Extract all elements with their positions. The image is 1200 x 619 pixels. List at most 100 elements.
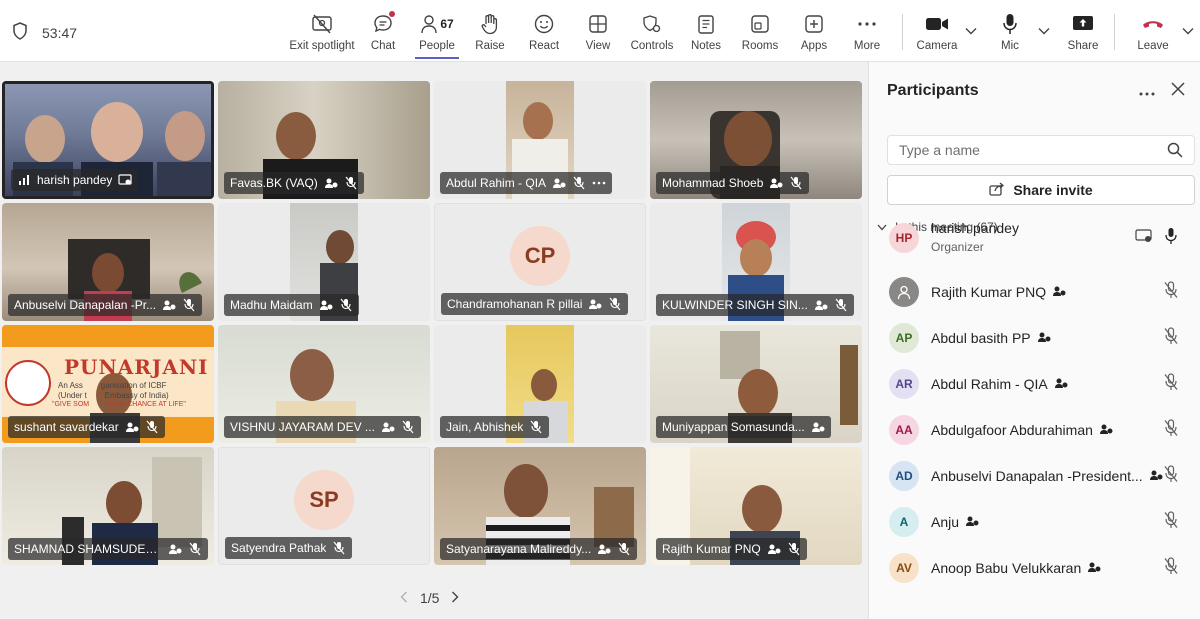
participant-row[interactable]: HP harish pandey Organizer: [869, 216, 1200, 260]
participants-panel: Participants Share invite In this meetin…: [868, 62, 1200, 619]
video-tile[interactable]: SP Satyendra Pathak: [218, 447, 430, 565]
participant-name-label: sushant savardekar: [8, 416, 165, 438]
video-tile[interactable]: PUNARJANI An Ass ganisation of ICBF (Und…: [2, 325, 214, 443]
video-tile[interactable]: Madhu Maidam: [218, 203, 430, 321]
participant-row[interactable]: Rajith Kumar PNQ: [869, 270, 1200, 314]
participant-row[interactable]: AR Abdul Rahim - QIA: [869, 362, 1200, 406]
participant-name-label: Anbuselvi Danapalan -Pr...: [8, 294, 203, 316]
raise-hand-button[interactable]: Raise: [460, 8, 520, 58]
controls-button[interactable]: Controls: [622, 8, 682, 58]
banner-title: PUNARJANI: [64, 355, 209, 379]
avatar: AP: [889, 323, 919, 353]
react-button[interactable]: React: [514, 8, 574, 58]
video-tile[interactable]: Satyanarayana Malireddy...: [434, 447, 646, 565]
participant-name: harish pandey: [931, 220, 1019, 236]
banner-line-2: (Under t Embassy of India): [58, 391, 169, 400]
notes-button[interactable]: Notes: [676, 8, 736, 58]
tile-more-options-icon[interactable]: [592, 176, 606, 190]
participant-name-label: harish pandey: [11, 169, 139, 191]
mic-options-chevron-icon[interactable]: [1038, 22, 1050, 40]
video-tile[interactable]: KULWINDER SINGH SIN...: [650, 203, 862, 321]
muted-mic-icon: [182, 298, 196, 312]
panel-more-options-icon[interactable]: [1139, 80, 1155, 101]
guest-icon: [1054, 376, 1068, 392]
participant-name: Abdul basith PP: [931, 330, 1051, 346]
muted-mic-icon: [572, 176, 586, 190]
participant-name-label: KULWINDER SINGH SIN...: [656, 294, 854, 316]
avatar: AR: [889, 369, 919, 399]
search-icon: [1167, 142, 1183, 163]
microphone-icon[interactable]: [1163, 227, 1179, 250]
more-dots-icon: [857, 12, 877, 36]
mic-button[interactable]: Mic: [980, 8, 1040, 58]
close-icon[interactable]: [1171, 80, 1185, 101]
muted-mic-icon[interactable]: [1163, 372, 1179, 396]
chat-button[interactable]: Chat: [353, 8, 413, 58]
participant-name: Abdulgafoor Abdurahiman: [931, 422, 1113, 438]
participant-name-label: Rajith Kumar PNQ: [656, 538, 807, 560]
camera-options-chevron-icon[interactable]: [965, 22, 977, 40]
video-tile[interactable]: Rajith Kumar PNQ: [650, 447, 862, 565]
participant-row[interactable]: AP Abdul basith PP: [869, 316, 1200, 360]
muted-mic-icon: [401, 420, 415, 434]
video-tile[interactable]: Favas.BK (VAQ): [218, 81, 430, 199]
meeting-timer: 53:47: [12, 22, 77, 43]
share-invite-button[interactable]: Share invite: [887, 175, 1195, 205]
muted-mic-icon: [529, 420, 543, 434]
next-page-chevron-icon[interactable]: [451, 590, 459, 606]
video-tile[interactable]: SHAMNAD SHAMSUDEE...: [2, 447, 214, 565]
video-tile[interactable]: Muniyappan Somasunda...: [650, 325, 862, 443]
participant-name-text: Anoop Babu Velukkaran: [931, 560, 1082, 576]
participant-name-label: Mohammad Shoeb: [656, 172, 810, 194]
muted-mic-icon[interactable]: [1163, 418, 1179, 442]
video-tile[interactable]: VISHNU JAYARAM DEV ...: [218, 325, 430, 443]
participant-name-label: VISHNU JAYARAM DEV ...: [224, 416, 421, 438]
previous-page-chevron-icon[interactable]: [400, 590, 408, 606]
guest-icon: [168, 542, 182, 556]
participant-name-label: Abdul Rahim - QIA: [440, 172, 613, 194]
participant-name-text: Abdulgafoor Abdurahiman: [931, 422, 1093, 438]
muted-mic-icon: [789, 176, 803, 190]
grid-view-icon: [588, 12, 608, 36]
smiley-icon: [533, 12, 555, 36]
camera-button[interactable]: Camera: [907, 8, 967, 58]
guest-icon: [324, 176, 338, 190]
view-button[interactable]: View: [568, 8, 628, 58]
participant-row[interactable]: AD Anbuselvi Danapalan -President...: [869, 454, 1200, 498]
muted-mic-icon[interactable]: [1163, 510, 1179, 534]
share-screen-icon: [1072, 12, 1094, 36]
muted-mic-icon[interactable]: [1163, 326, 1179, 350]
rooms-button[interactable]: Rooms: [730, 8, 790, 58]
share-button[interactable]: Share: [1053, 8, 1113, 58]
leave-button[interactable]: Leave: [1123, 8, 1183, 58]
share-arrow-icon: [989, 182, 1005, 199]
muted-mic-icon: [617, 542, 631, 556]
leave-options-chevron-icon[interactable]: [1182, 22, 1194, 40]
participant-row[interactable]: A Anju: [869, 500, 1200, 544]
muted-mic-icon: [188, 542, 202, 556]
video-camera-icon: [925, 12, 949, 36]
apps-button[interactable]: Apps: [784, 8, 844, 58]
video-tile[interactable]: Abdul Rahim - QIA: [434, 81, 646, 199]
muted-mic-icon[interactable]: [1163, 556, 1179, 580]
active-tab-indicator: [415, 57, 459, 59]
more-button[interactable]: More: [837, 8, 897, 58]
participant-row[interactable]: AA Abdulgafoor Abdurahiman: [869, 408, 1200, 452]
participant-search-input[interactable]: [887, 135, 1195, 165]
muted-mic-icon[interactable]: [1163, 464, 1179, 488]
video-tile[interactable]: Anbuselvi Danapalan -Pr...: [2, 203, 214, 321]
muted-mic-icon[interactable]: [1163, 280, 1179, 304]
people-icon: 67: [420, 12, 454, 36]
video-tile[interactable]: CP Chandramohanan R pillai: [434, 203, 646, 321]
guest-icon: [162, 298, 176, 312]
people-button[interactable]: 67 People: [407, 8, 467, 58]
video-tile[interactable]: Mohammad Shoeb: [650, 81, 862, 199]
video-tile[interactable]: Jain, Abhishek: [434, 325, 646, 443]
participant-name-label: Chandramohanan R pillai: [441, 293, 629, 315]
participant-row[interactable]: AV Anoop Babu Velukkaran: [869, 546, 1200, 590]
exit-spotlight-button[interactable]: Exit spotlight: [289, 8, 355, 58]
video-tile[interactable]: harish pandey: [2, 81, 214, 199]
avatar: AA: [889, 415, 919, 445]
guest-icon: [811, 420, 825, 434]
timer-text: 53:47: [42, 24, 78, 41]
